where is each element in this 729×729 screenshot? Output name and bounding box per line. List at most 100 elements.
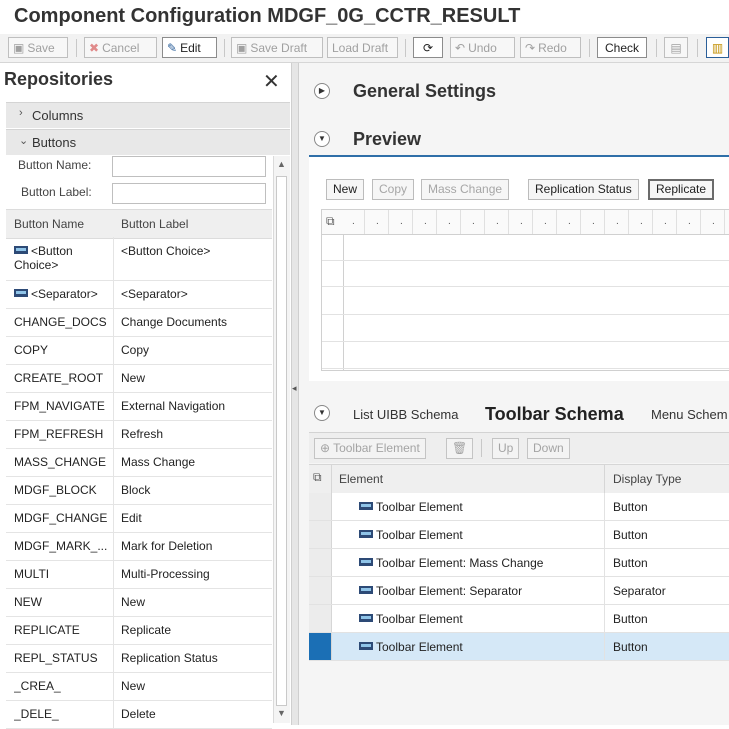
- repositories-panel: Repositories ✕ › Columns ⌄ Buttons Butto…: [0, 63, 292, 729]
- button-name-text: NEW: [14, 595, 42, 609]
- collapse-icon[interactable]: ▼: [314, 405, 330, 421]
- button-name-label: Button Name:: [18, 158, 92, 172]
- column-divider: [532, 210, 533, 234]
- repository-row[interactable]: REPLICATE Replicate: [6, 616, 272, 645]
- repository-row[interactable]: MDGF_BLOCK Block: [6, 476, 272, 505]
- repository-row[interactable]: NEW New: [6, 588, 272, 617]
- repository-row[interactable]: MASS_CHANGE Mass Change: [6, 448, 272, 477]
- column-placeholder: .: [640, 216, 643, 227]
- button-name-text: _DELE_: [14, 707, 59, 721]
- toolbar-element-icon: [359, 585, 373, 594]
- schema-row[interactable]: Toolbar Element Button: [309, 521, 729, 549]
- repository-row[interactable]: MDGF_MARK_... Mark for Deletion: [6, 532, 272, 561]
- column-divider: [556, 210, 557, 234]
- check-button[interactable]: Check: [597, 37, 647, 58]
- column-placeholder: .: [664, 216, 667, 227]
- repository-row[interactable]: <Separator> <Separator>: [6, 280, 272, 309]
- repository-row[interactable]: <Button Choice> <Button Choice>: [6, 237, 272, 281]
- collapse-left-icon[interactable]: ◂: [292, 383, 297, 394]
- expand-icon[interactable]: ▶: [314, 83, 330, 99]
- close-icon[interactable]: ✕: [263, 69, 280, 94]
- column-placeholder: .: [592, 216, 595, 227]
- layout-vertical-button[interactable]: ▥: [706, 37, 729, 58]
- layout-horizontal-button[interactable]: ▤: [664, 37, 688, 58]
- edit-button[interactable]: ✎ Edit: [162, 37, 217, 58]
- button-label-cell: New: [121, 679, 146, 693]
- repository-row[interactable]: CHANGE_DOCS Change Documents: [6, 308, 272, 337]
- button-name-input[interactable]: [112, 156, 266, 177]
- button-name-cell: REPL_STATUS: [14, 651, 110, 665]
- schema-row[interactable]: Toolbar Element Button: [309, 633, 729, 661]
- load-draft-button[interactable]: Load Draft: [327, 37, 398, 58]
- schema-row[interactable]: Toolbar Element Button: [309, 493, 729, 521]
- refresh-button[interactable]: ⟳: [413, 37, 443, 58]
- scrollbar-thumb[interactable]: [276, 176, 287, 706]
- tab-menu-schema[interactable]: Menu Schem: [651, 407, 728, 422]
- select-all-icon[interactable]: ⧉: [313, 470, 322, 485]
- row-selector[interactable]: [309, 521, 332, 548]
- row-selector[interactable]: [309, 549, 332, 576]
- scroll-up-icon[interactable]: ▲: [277, 159, 286, 169]
- scroll-down-icon[interactable]: ▼: [277, 708, 286, 718]
- preview-replicate-button[interactable]: Replicate: [648, 179, 715, 200]
- tab-toolbar-schema[interactable]: Toolbar Schema: [485, 404, 624, 425]
- button-name-text: MDGF_CHANGE: [14, 511, 108, 525]
- preview-grid-row: [322, 315, 729, 342]
- repository-scrollbar[interactable]: ▲ ▼: [273, 156, 290, 723]
- preview-copy-button[interactable]: Copy: [372, 179, 415, 200]
- schema-tabs: ▼ List UIBB Schema Toolbar Schema Menu S…: [299, 399, 729, 431]
- undo-button[interactable]: ↶ Undo: [450, 37, 515, 58]
- column-divider: [113, 336, 114, 364]
- column-placeholder: .: [568, 216, 571, 227]
- select-all-icon[interactable]: ⧉: [326, 214, 335, 229]
- panel-splitter[interactable]: ◂: [292, 63, 299, 725]
- preview-grid: ⧉ ................: [321, 209, 729, 371]
- display-type-cell: Button: [613, 500, 648, 514]
- repository-row[interactable]: FPM_NAVIGATE External Navigation: [6, 392, 272, 421]
- button-name-text: CREATE_ROOT: [14, 371, 104, 385]
- schema-row[interactable]: Toolbar Element Button: [309, 605, 729, 633]
- toolbar-element-icon: [359, 641, 373, 650]
- add-toolbar-element-button[interactable]: ⊕ Toolbar Element: [314, 438, 426, 459]
- button-name-cell: FPM_REFRESH: [14, 427, 110, 441]
- save-draft-button[interactable]: ▣ Save Draft: [231, 37, 323, 58]
- general-settings-panel[interactable]: ▶ General Settings: [299, 73, 729, 113]
- schema-row[interactable]: Toolbar Element: Separator Separator: [309, 577, 729, 605]
- save-button[interactable]: ▣ Save: [8, 37, 68, 58]
- preview-replication-status-button[interactable]: Replication Status: [528, 179, 639, 200]
- repository-row[interactable]: COPY Copy: [6, 336, 272, 365]
- columns-section[interactable]: › Columns: [6, 102, 290, 128]
- repository-row[interactable]: CREATE_ROOT New: [6, 364, 272, 393]
- redo-button[interactable]: ↷ Redo: [520, 37, 581, 58]
- repository-row[interactable]: REPL_STATUS Replication Status: [6, 644, 272, 673]
- button-name-cell: CHANGE_DOCS: [14, 315, 110, 329]
- collapse-icon[interactable]: ▼: [314, 131, 330, 147]
- button-name-cell: NEW: [14, 595, 110, 609]
- row-selector[interactable]: [309, 493, 332, 520]
- row-selector[interactable]: [309, 577, 332, 604]
- schema-row[interactable]: Toolbar Element: Mass Change Button: [309, 549, 729, 577]
- row-selector[interactable]: [309, 605, 332, 632]
- button-label-input[interactable]: [112, 183, 266, 204]
- column-divider: [604, 633, 605, 660]
- repository-row[interactable]: _CREA_ New: [6, 672, 272, 701]
- preview-mass-change-button[interactable]: Mass Change: [421, 179, 510, 200]
- button-name-cell: MULTI: [14, 567, 110, 581]
- preview-new-button[interactable]: New: [326, 179, 365, 200]
- move-up-button[interactable]: Up: [492, 438, 520, 459]
- column-divider: [604, 521, 605, 548]
- row-selector[interactable]: [309, 633, 332, 660]
- repository-row[interactable]: FPM_REFRESH Refresh: [6, 420, 272, 449]
- cancel-button[interactable]: ✖ Cancel: [84, 37, 157, 58]
- schema-element-text: Toolbar Element: [376, 612, 463, 626]
- tab-list-uibb-schema[interactable]: List UIBB Schema: [353, 407, 459, 422]
- repository-row[interactable]: MDGF_CHANGE Edit: [6, 504, 272, 533]
- preview-grid-row: [322, 288, 729, 315]
- column-placeholder: .: [472, 216, 475, 227]
- delete-button[interactable]: 🗑: [446, 438, 473, 459]
- buttons-section[interactable]: ⌄ Buttons: [6, 129, 290, 155]
- move-down-button[interactable]: Down: [527, 438, 570, 459]
- repository-row[interactable]: MULTI Multi-Processing: [6, 560, 272, 589]
- schema-select-all[interactable]: ⧉: [309, 465, 332, 493]
- column-placeholder: .: [400, 216, 403, 227]
